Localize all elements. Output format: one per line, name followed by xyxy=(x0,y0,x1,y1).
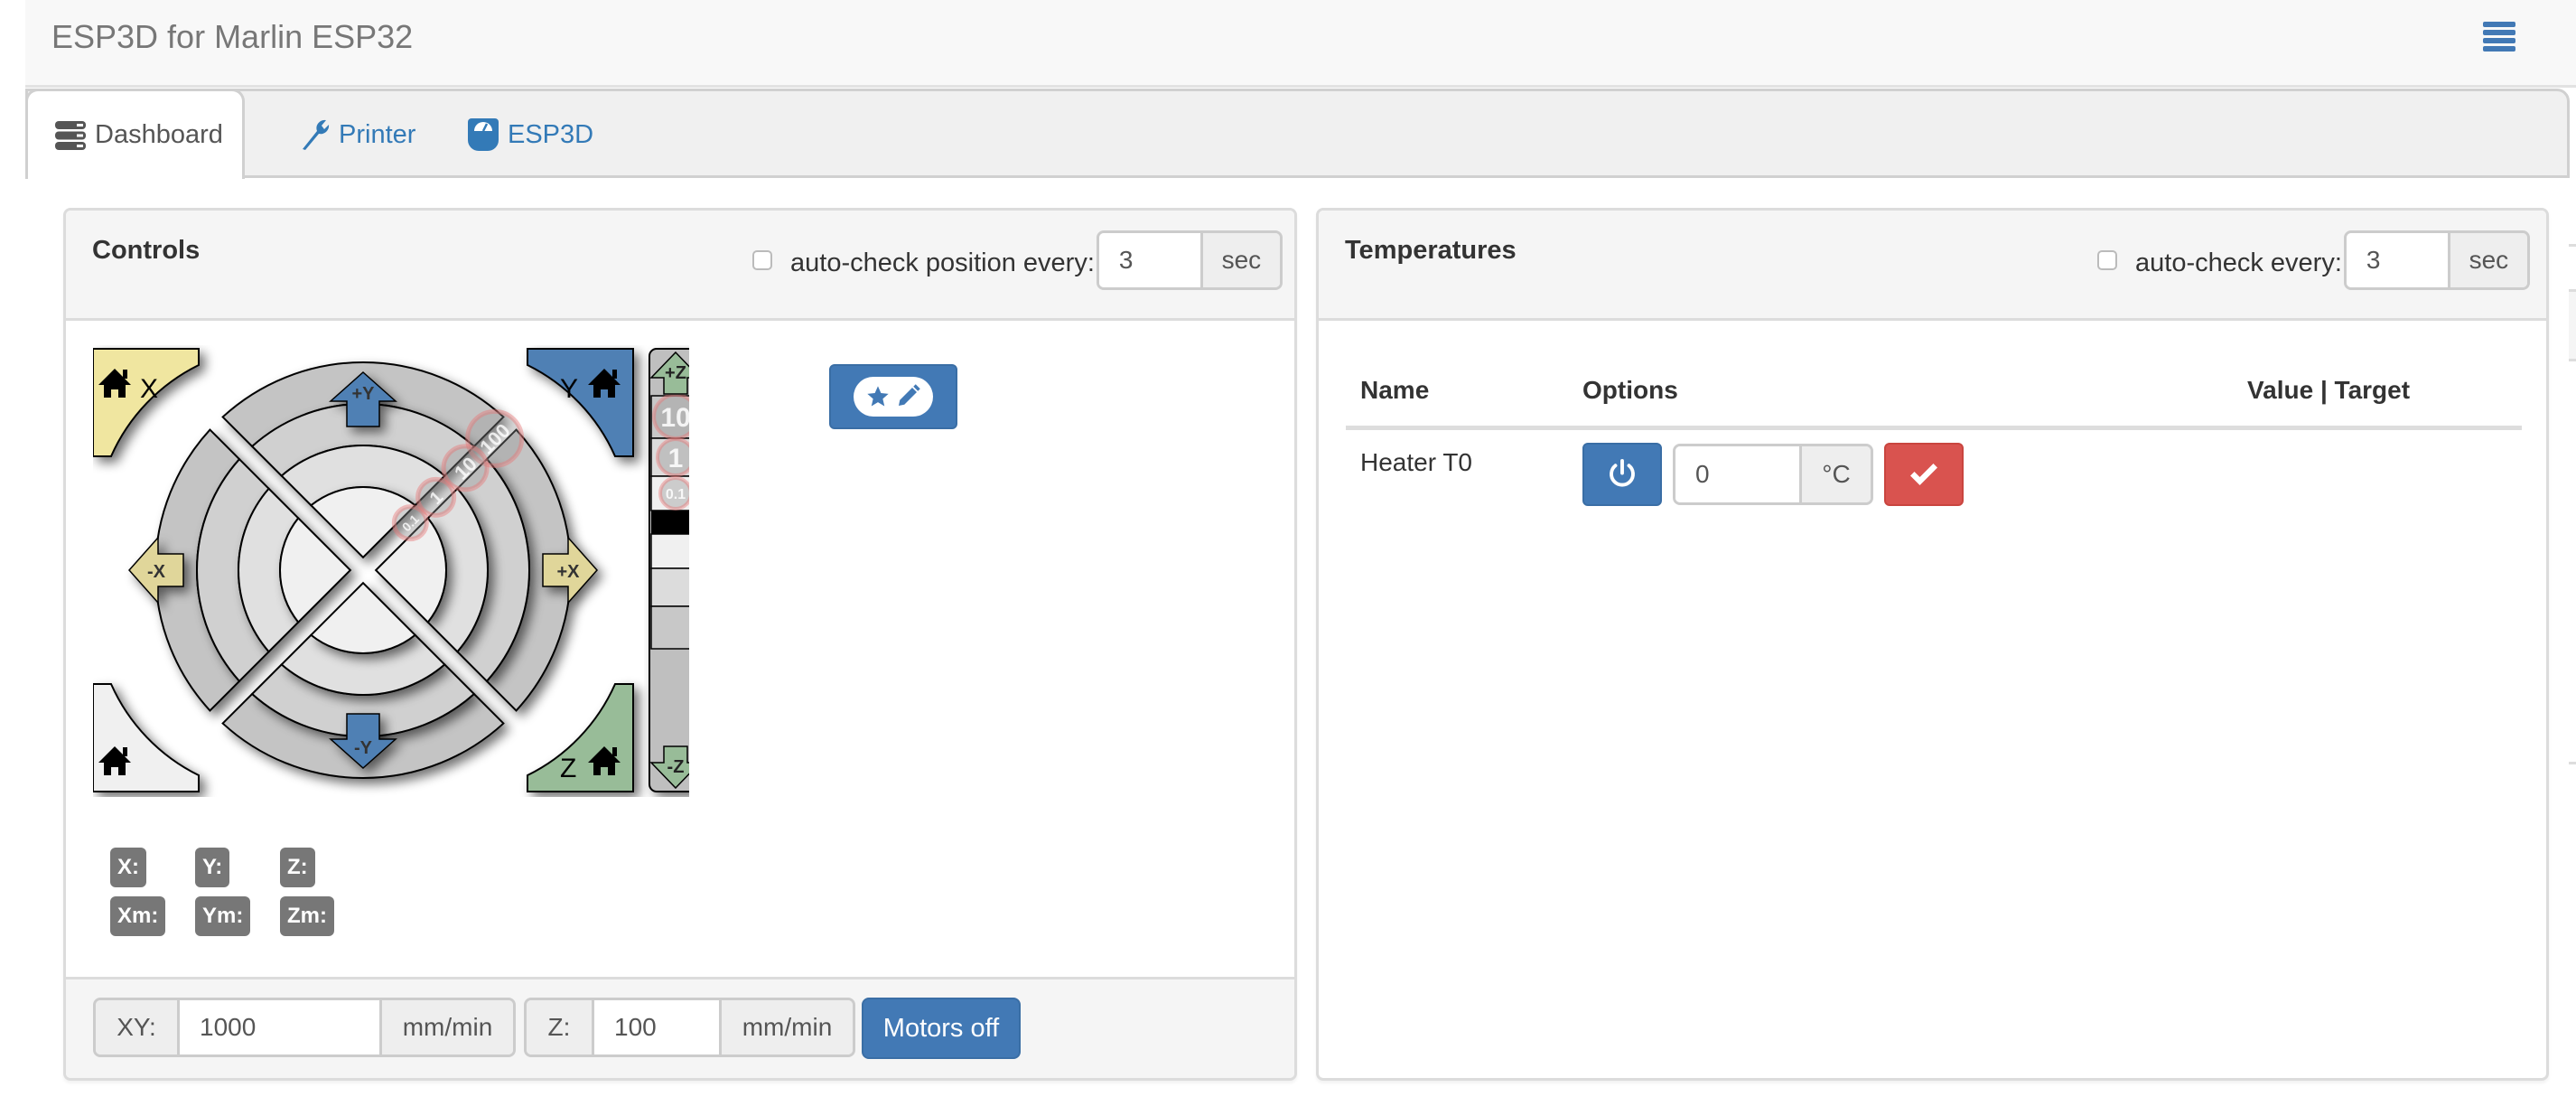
controls-panel-header: Controls auto-check position every: sec xyxy=(66,211,1294,321)
pos-x-badge: X: xyxy=(110,848,146,887)
heater-value-target xyxy=(2233,427,2522,520)
controls-title: Controls xyxy=(92,236,201,265)
check-icon xyxy=(1910,463,1937,485)
pos-zm-badge: Zm: xyxy=(280,896,334,936)
xy-feedrate-input[interactable] xyxy=(180,1000,379,1054)
position-interval-input[interactable] xyxy=(1098,233,1200,287)
z-step-label: 0.1 xyxy=(666,487,686,502)
pos-y-badge: Y: xyxy=(195,848,230,887)
tab-bar: Dashboard Printer ESP3D xyxy=(25,89,2570,179)
temperatures-title: Temperatures xyxy=(1345,236,1517,265)
tab-printer[interactable]: Printer xyxy=(272,91,415,178)
z-step-indicators: 10 1 0.1 xyxy=(652,393,689,511)
z-step-label: 10 xyxy=(660,403,689,433)
heater-name: Heater T0 xyxy=(1360,447,1472,476)
z-step-label: 1 xyxy=(668,444,684,473)
heater-target-group: °C xyxy=(1673,443,1873,505)
motors-off-button[interactable]: Motors off xyxy=(862,998,1021,1059)
wrench-icon xyxy=(299,118,330,151)
col-value-target: Value | Target xyxy=(2233,355,2522,430)
temperature-autocheck-label: auto-check every: xyxy=(2135,248,2342,277)
dashboard-gauge-icon xyxy=(468,118,499,151)
z-feedrate-unit: mm/min xyxy=(719,1000,853,1054)
z-step-down-0.1[interactable] xyxy=(650,533,689,569)
home-z-label: Z xyxy=(560,754,576,783)
temperatures-panel: Temperatures auto-check every: sec Name … xyxy=(1316,208,2549,1081)
heater-set-button[interactable] xyxy=(1884,442,1964,506)
jog-minus-y-label: -Y xyxy=(354,738,373,758)
heater-target-unit: °C xyxy=(1799,445,1871,502)
controls-panel: Controls auto-check position every: sec xyxy=(63,208,1297,1081)
table-row: Heater T0 °C xyxy=(1346,427,2522,520)
star-pencil-icon xyxy=(854,377,933,417)
tab-dashboard[interactable]: Dashboard xyxy=(25,89,245,179)
col-name: Name xyxy=(1346,355,1568,430)
heater-target-input[interactable] xyxy=(1675,445,1799,502)
position-autocheck-checkbox[interactable] xyxy=(752,250,772,270)
position-autocheck-label: auto-check position every: xyxy=(790,248,1095,277)
server-stack-icon xyxy=(55,120,86,150)
clipped-panel-edge xyxy=(2569,762,2576,764)
position-interval-unit: sec xyxy=(1199,233,1280,287)
temperature-interval-input[interactable] xyxy=(2346,233,2448,287)
hamburger-menu-icon[interactable] xyxy=(2483,22,2515,52)
z-feedrate-label: Z: xyxy=(527,1000,594,1054)
z-center-bar xyxy=(651,511,689,534)
z-feedrate-input[interactable] xyxy=(594,1000,719,1054)
jog-plus-x-label: +X xyxy=(556,562,580,582)
controls-panel-footer: XY: mm/min Z: mm/min Motors off xyxy=(66,977,1294,1078)
xy-feedrate-unit: mm/min xyxy=(379,1000,513,1054)
home-x-label: X xyxy=(140,374,158,404)
z-step-down-10[interactable] xyxy=(650,605,689,650)
temperatures-table: Name Options Value | Target Heater T0 0 … xyxy=(1346,355,2522,520)
tab-dashboard-label: Dashboard xyxy=(95,120,223,149)
app-title[interactable]: ESP3D for Marlin ESP32 xyxy=(51,18,413,56)
xy-feedrate-group: XY: mm/min xyxy=(93,998,516,1057)
z-feedrate-group: Z: mm/min xyxy=(524,998,855,1057)
col-options: Options xyxy=(1568,355,2233,430)
temperatures-panel-header: Temperatures auto-check every: sec xyxy=(1319,211,2546,321)
home-y-button[interactable] xyxy=(527,348,634,457)
xy-feedrate-label: XY: xyxy=(96,1000,180,1054)
home-y-label: Y xyxy=(560,374,578,404)
jog-minus-z-label: -Z xyxy=(667,757,685,777)
position-autocheck: auto-check position every: sec xyxy=(752,230,1283,290)
home-all-button[interactable] xyxy=(93,683,200,792)
jog-plus-z-label: +Z xyxy=(665,363,686,383)
z-step-down-1[interactable] xyxy=(650,567,689,607)
power-icon xyxy=(1610,458,1635,486)
temperature-autocheck: auto-check every: sec xyxy=(2097,230,2530,290)
tab-printer-label: Printer xyxy=(339,119,416,149)
macro-edit-button[interactable] xyxy=(829,364,957,429)
temperature-interval-group: sec xyxy=(2343,230,2530,290)
temperature-interval-unit: sec xyxy=(2447,233,2527,287)
pos-xm-badge: Xm: xyxy=(110,896,166,936)
jog-control: X Y Z +Y -Y -X +X 1001010.1 1010.1 +Z -Z xyxy=(93,348,689,792)
tab-esp3d-label: ESP3D xyxy=(508,119,594,149)
clipped-panel-edge xyxy=(2569,289,2576,361)
tab-esp3d[interactable]: ESP3D xyxy=(441,91,593,178)
navbar: ESP3D for Marlin ESP32 xyxy=(25,0,2576,88)
pos-z-badge: Z: xyxy=(280,848,315,887)
jog-plus-y-label: +Y xyxy=(351,384,375,404)
home-z-button[interactable] xyxy=(527,683,634,792)
clipped-panel-edge xyxy=(2569,244,2576,247)
pos-ym-badge: Ym: xyxy=(195,896,251,936)
temperature-autocheck-checkbox[interactable] xyxy=(2097,250,2117,270)
jog-minus-x-label: -X xyxy=(147,562,166,582)
heater-off-button[interactable] xyxy=(1582,442,1662,506)
position-interval-group: sec xyxy=(1096,230,1283,290)
